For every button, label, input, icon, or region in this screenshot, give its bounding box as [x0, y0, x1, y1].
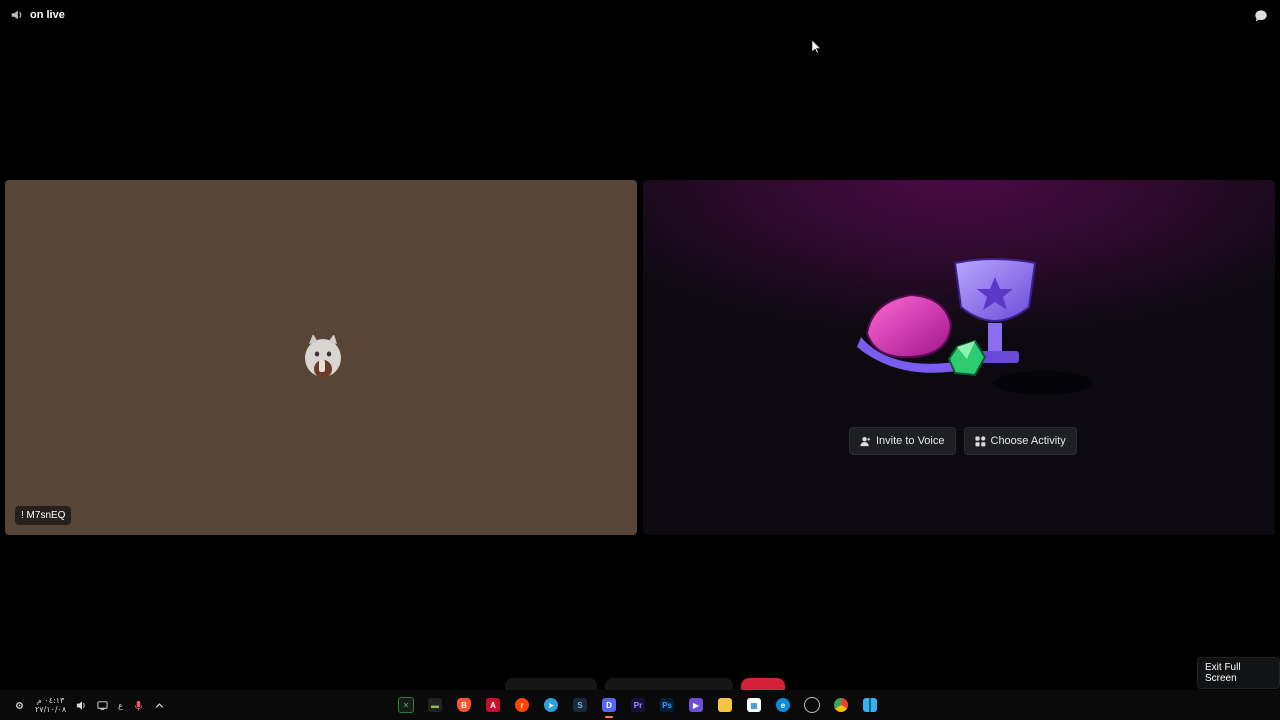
chat-icon[interactable] — [1254, 9, 1268, 23]
player-icon[interactable]: ▶ — [686, 695, 706, 715]
system-tray: ٠٤:١٣ م ٢٧/١٠/٠٨ ع — [14, 696, 165, 714]
edge-icon[interactable]: e — [773, 695, 793, 715]
invite-to-voice-button[interactable]: Invite to Voice — [849, 427, 956, 455]
top-bar: on live — [0, 0, 1280, 32]
channel-name: on live — [30, 9, 65, 21]
mouse-cursor-icon — [812, 40, 822, 54]
apps-grid-icon — [974, 435, 985, 446]
xbox-icon[interactable]: ✕ — [396, 695, 416, 715]
clock[interactable]: ٠٤:١٣ م ٢٧/١٠/٠٨ — [35, 696, 66, 714]
add-person-icon — [860, 436, 871, 446]
file-explorer-icon[interactable] — [715, 695, 735, 715]
microphone-icon[interactable] — [133, 700, 144, 711]
photoshop-icon[interactable]: Ps — [657, 695, 677, 715]
avatar — [301, 332, 345, 380]
telegram-icon[interactable]: ➤ — [541, 695, 561, 715]
network-icon[interactable] — [97, 700, 108, 711]
choose-activity-button[interactable]: Choose Activity — [963, 427, 1077, 455]
channel-header: on live — [10, 8, 65, 22]
steam-icon[interactable]: S — [570, 695, 590, 715]
activity-tile: Invite to Voice Choose Activity — [643, 180, 1275, 535]
premiere-icon[interactable]: Pr — [628, 695, 648, 715]
taskbar: ٠٤:١٣ م ٢٧/١٠/٠٨ ع ✕ ▬ B A r ➤ S D Pr Ps… — [0, 690, 1280, 720]
exit-fullscreen-tooltip[interactable]: Exit Full Screen — [1197, 657, 1280, 689]
activity-illustration — [857, 258, 1093, 395]
settings-icon[interactable] — [14, 700, 25, 711]
discord-icon[interactable]: D — [599, 695, 619, 718]
chrome-icon[interactable] — [831, 695, 851, 715]
language-indicator[interactable]: ع — [118, 701, 123, 710]
windows-start-icon[interactable] — [860, 695, 880, 715]
terminal-icon[interactable]: ▬ — [425, 695, 445, 715]
brave-icon[interactable]: B — [454, 695, 474, 715]
username-tag: ! M7snEQ — [15, 506, 72, 525]
volume-icon[interactable] — [76, 700, 87, 711]
taskbar-apps: ✕ ▬ B A r ➤ S D Pr Ps ▶ ▦ e — [396, 695, 880, 718]
user-video-tile[interactable]: ! M7snEQ — [5, 180, 637, 535]
speaker-icon — [11, 10, 22, 20]
affinity-icon[interactable]: A — [483, 695, 503, 715]
clock-app-icon[interactable] — [802, 695, 822, 715]
store-icon[interactable]: ▦ — [744, 695, 764, 715]
chevron-up-icon[interactable] — [154, 700, 165, 711]
activity-actions: Invite to Voice Choose Activity — [849, 427, 1077, 455]
reddit-icon[interactable]: r — [512, 695, 532, 715]
